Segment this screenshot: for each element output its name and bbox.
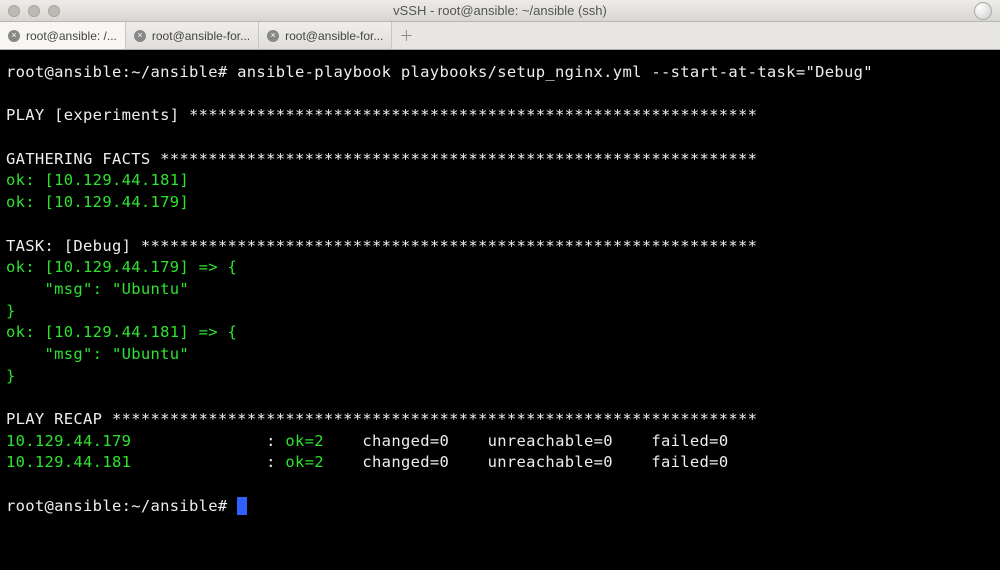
msg-line: "msg": "Ubuntu" [6,280,189,298]
gathering-facts-header: GATHERING FACTS [6,150,150,168]
recap-ok: ok=2 [285,432,324,450]
tab-1[interactable]: × root@ansible-for... [126,22,259,49]
ok-line: ok: [10.129.44.181] [6,171,189,189]
add-tab-button[interactable]: ＋ [392,22,420,49]
recap-host: 10.129.44.179 [6,432,131,450]
window-controls [8,5,60,17]
recap-unreach: unreachable=0 [488,432,613,450]
star-line: ****************************************… [112,410,757,428]
window-title: vSSH - root@ansible: ~/ansible (ssh) [0,3,1000,18]
brace-close: } [6,302,16,320]
zoom-window-button[interactable] [48,5,60,17]
minimize-window-button[interactable] [28,5,40,17]
scroll-knob[interactable] [974,2,992,20]
close-icon[interactable]: × [134,30,146,42]
tab-2[interactable]: × root@ansible-for... [259,22,392,49]
terminal[interactable]: root@ansible:~/ansible# ansible-playbook… [0,50,1000,570]
brace-close: } [6,367,16,385]
tabbar: × root@ansible: /... × root@ansible-for.… [0,22,1000,50]
close-window-button[interactable] [8,5,20,17]
prompt: root@ansible:~/ansible# [6,497,228,515]
recap-changed: changed=0 [362,453,449,471]
msg-line: "msg": "Ubuntu" [6,345,189,363]
prompt: root@ansible:~/ansible# [6,63,228,81]
titlebar: vSSH - root@ansible: ~/ansible (ssh) [0,0,1000,22]
recap-header: PLAY RECAP [6,410,102,428]
recap-failed: failed=0 [651,432,728,450]
ok-line: ok: [10.129.44.179] [6,193,189,211]
recap-host: 10.129.44.181 [6,453,131,471]
recap-ok: ok=2 [285,453,324,471]
recap-changed: changed=0 [362,432,449,450]
star-line: ****************************************… [160,150,757,168]
close-icon[interactable]: × [267,30,279,42]
recap-failed: failed=0 [651,453,728,471]
close-icon[interactable]: × [8,30,20,42]
recap-unreach: unreachable=0 [488,453,613,471]
tab-0[interactable]: × root@ansible: /... [0,22,126,49]
play-header: PLAY [experiments] [6,106,179,124]
command: ansible-playbook playbooks/setup_nginx.y… [237,63,873,81]
cursor [237,497,247,515]
ok-line: ok: [10.129.44.181] => { [6,323,237,341]
star-line: ****************************************… [141,237,757,255]
tab-label: root@ansible: /... [26,29,117,43]
colon: : [266,432,276,450]
task-header: TASK: [Debug] [6,237,131,255]
colon: : [266,453,276,471]
star-line: ****************************************… [189,106,757,124]
tab-label: root@ansible-for... [152,29,250,43]
tab-label: root@ansible-for... [285,29,383,43]
ok-line: ok: [10.129.44.179] => { [6,258,237,276]
